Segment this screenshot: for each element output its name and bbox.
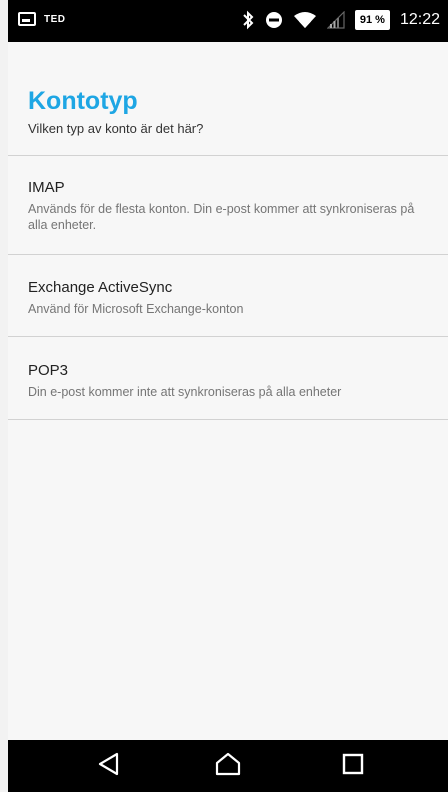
app-screen: TED 91 % 12:22 Kontotyp Vilken typ av ko…: [8, 0, 448, 792]
divider: [8, 155, 448, 156]
option-imap[interactable]: IMAP Används för de flesta konton. Din e…: [8, 178, 448, 233]
option-title: POP3: [28, 362, 69, 379]
navigation-bar: [8, 740, 448, 792]
signal-icon: [326, 11, 345, 29]
divider: [8, 254, 448, 255]
status-left: TED: [18, 12, 66, 26]
option-pop3[interactable]: POP3 Din e-post kommer inte att synkroni…: [8, 361, 448, 400]
recents-button[interactable]: [338, 752, 368, 780]
status-right: 91 % 12:22: [241, 10, 440, 30]
screen-icon: [18, 12, 36, 26]
home-button[interactable]: [213, 752, 243, 780]
home-icon: [215, 752, 241, 781]
page-subtitle: Vilken typ av konto är det här?: [28, 121, 204, 136]
option-title: Exchange ActiveSync: [28, 279, 173, 296]
bluetooth-icon: [241, 10, 255, 30]
back-button[interactable]: [94, 752, 124, 780]
option-description: Använd för Microsoft Exchange-konton: [28, 302, 244, 316]
recents-icon: [342, 753, 364, 780]
carrier-label: TED: [44, 13, 66, 25]
back-icon: [98, 752, 120, 781]
option-description: Din e-post kommer inte att synkroniseras…: [28, 385, 342, 399]
do-not-disturb-icon: [265, 11, 283, 29]
status-bar: TED 91 % 12:22: [8, 0, 448, 42]
divider: [8, 336, 448, 337]
wifi-icon: [293, 11, 317, 29]
divider: [8, 419, 448, 420]
option-description: Används för de flesta konton. Din e-post…: [28, 202, 415, 232]
page-title: Kontotyp: [28, 87, 138, 115]
page-header: Kontotyp Vilken typ av konto är det här?: [28, 86, 203, 138]
battery-indicator: 91 %: [354, 10, 390, 30]
option-title: IMAP: [28, 179, 65, 196]
option-exchange-activesync[interactable]: Exchange ActiveSync Använd för Microsoft…: [8, 278, 448, 317]
clock: 12:22: [399, 11, 440, 28]
